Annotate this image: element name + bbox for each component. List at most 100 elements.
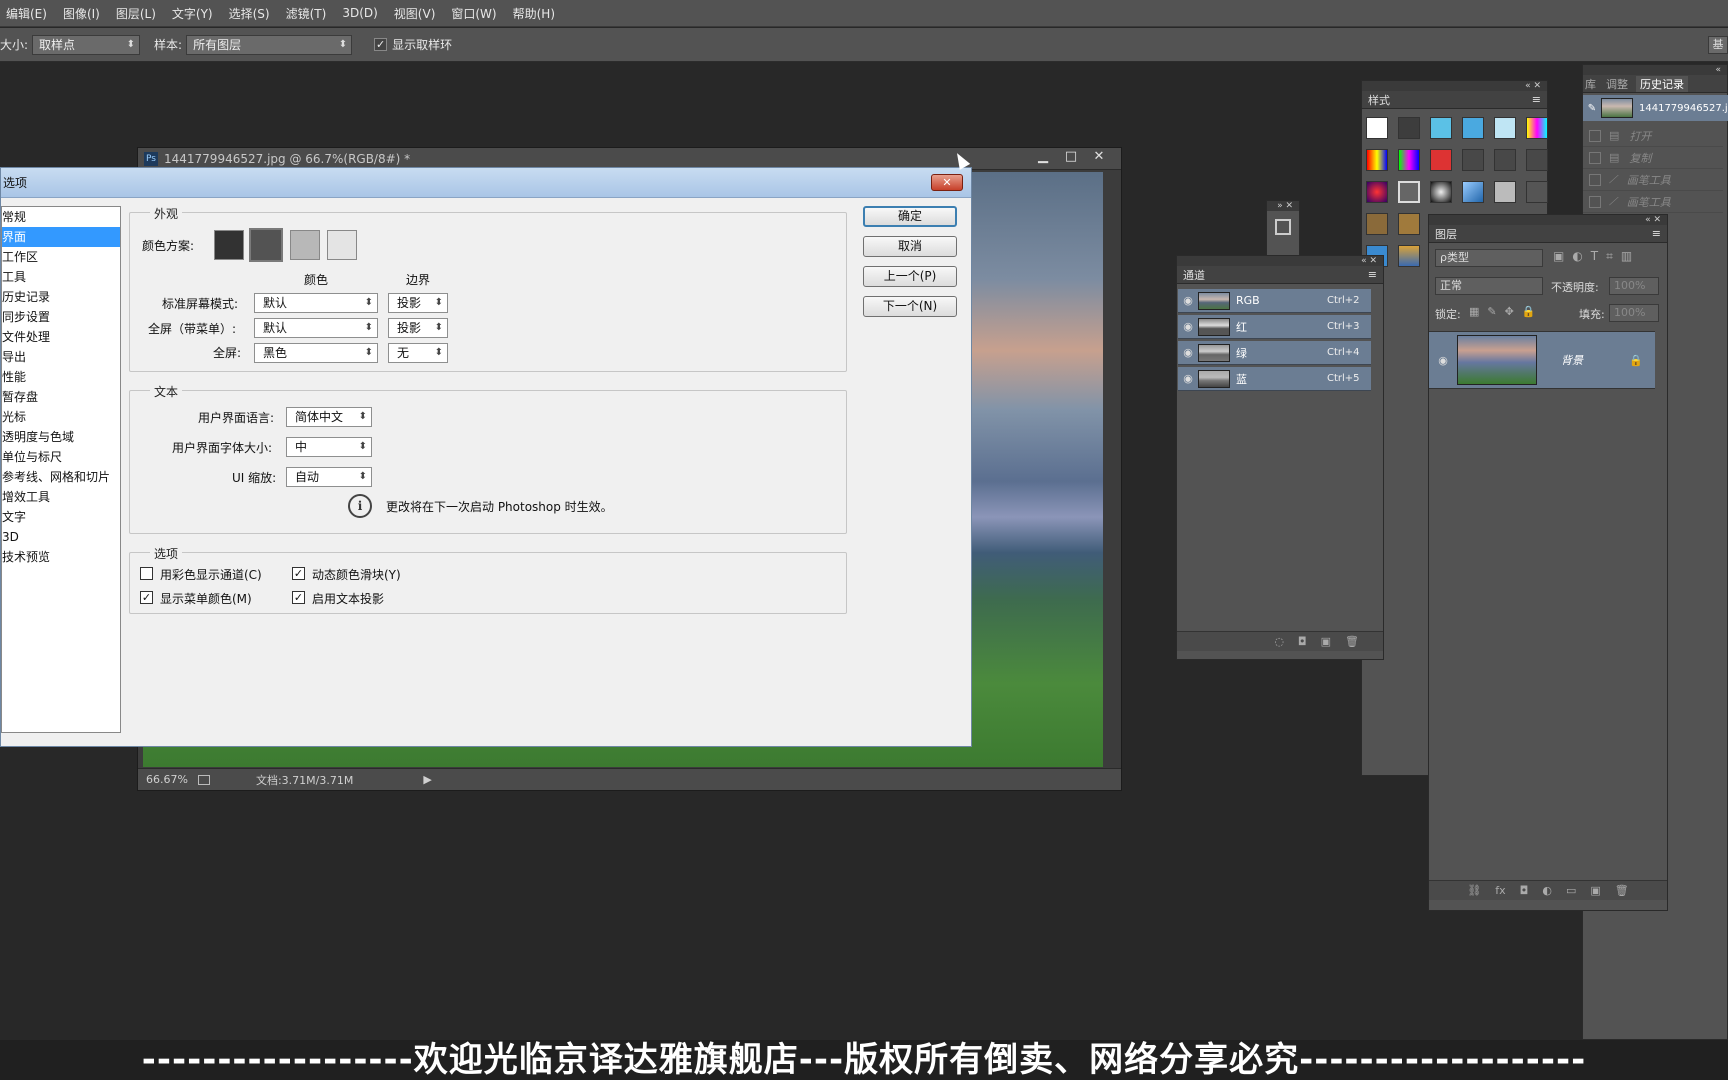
color-scheme-lightest[interactable] <box>327 230 357 260</box>
style-swatch[interactable] <box>1462 181 1484 203</box>
menu-type[interactable]: 文字(Y) <box>172 5 213 22</box>
layers-tab[interactable]: 图层 <box>1435 226 1457 242</box>
menu-select[interactable]: 选择(S) <box>229 5 270 22</box>
color-scheme-dark[interactable] <box>249 228 283 262</box>
category-sync[interactable]: 同步设置 <box>2 307 120 327</box>
history-checkbox[interactable] <box>1589 173 1601 186</box>
category-guides-grid[interactable]: 参考线、网格和切片 <box>2 467 120 487</box>
channels-menu-icon[interactable]: ≡ <box>1368 268 1377 281</box>
category-general[interactable]: 常规 <box>2 207 120 227</box>
history-checkbox[interactable] <box>1589 151 1601 164</box>
style-swatch[interactable] <box>1398 149 1420 171</box>
menu-layer[interactable]: 图层(L) <box>116 5 156 22</box>
style-swatch[interactable] <box>1526 181 1548 203</box>
link-layers-icon[interactable]: ⛓ <box>1467 884 1481 897</box>
category-units-rulers[interactable]: 单位与标尺 <box>2 447 120 467</box>
channel-row[interactable]: ◉ 蓝 Ctrl+5 <box>1178 367 1371 391</box>
show-ring-checkbox[interactable]: ✓ <box>374 38 388 51</box>
fx-icon[interactable]: fx <box>1495 884 1505 897</box>
standard-screen-border-select[interactable]: 投影 <box>388 293 448 313</box>
style-swatch[interactable] <box>1494 181 1516 203</box>
minimize-icon[interactable]: ▁ <box>1029 149 1057 164</box>
style-none[interactable] <box>1366 117 1388 139</box>
menu-3d[interactable]: 3D(D) <box>342 6 377 20</box>
ui-scaling-select[interactable]: 自动 <box>286 467 372 487</box>
close-icon[interactable]: ✕ <box>1085 149 1113 164</box>
menu-image[interactable]: 图像(I) <box>63 5 100 22</box>
style-swatch[interactable] <box>1366 213 1388 235</box>
history-step[interactable]: ⟋ 画笔工具 <box>1583 191 1723 213</box>
style-swatch[interactable] <box>1366 181 1388 203</box>
history-collapse-bar[interactable]: « <box>1583 65 1727 75</box>
eye-icon[interactable]: ◉ <box>1178 320 1198 333</box>
status-menu-arrow-icon[interactable]: ▶ <box>423 773 431 786</box>
dialog-titlebar[interactable]: 选项 ✕ <box>1 168 971 198</box>
menu-view[interactable]: 视图(V) <box>394 5 436 22</box>
layers-menu-icon[interactable]: ≡ <box>1652 227 1661 240</box>
style-swatch[interactable] <box>1462 117 1484 139</box>
blend-mode-select[interactable]: 正常 <box>1435 277 1543 295</box>
style-swatch[interactable] <box>1526 117 1548 139</box>
history-brush-source-icon[interactable]: ✎ <box>1583 103 1601 114</box>
history-snapshot[interactable]: ✎ 1441779946527.j <box>1583 95 1728 121</box>
tool-panel-collapse-bar[interactable]: » ✕ <box>1267 201 1299 211</box>
eye-icon[interactable]: ◉ <box>1178 346 1198 359</box>
style-swatch[interactable] <box>1494 149 1516 171</box>
fullscreen-border-select[interactable]: 无 <box>388 343 448 363</box>
workspace-button[interactable]: 基 <box>1708 36 1728 54</box>
layer-row-background[interactable]: ◉ 背景 🔒 <box>1429 331 1655 389</box>
text-drop-shadow-checkbox[interactable]: ✓ <box>292 591 305 604</box>
dynamic-sliders-checkbox[interactable]: ✓ <box>292 567 305 580</box>
eye-icon[interactable]: ◉ <box>1178 294 1198 307</box>
dialog-close-button[interactable]: ✕ <box>931 174 963 191</box>
channels-tab[interactable]: 通道 <box>1183 267 1205 283</box>
color-scheme-light[interactable] <box>290 230 320 260</box>
add-mask-icon[interactable]: ◘ <box>1520 884 1529 897</box>
style-swatch[interactable] <box>1398 245 1420 267</box>
history-tab[interactable]: 历史记录 <box>1636 75 1688 92</box>
menu-filter[interactable]: 滤镜(T) <box>286 5 327 22</box>
category-3d[interactable]: 3D <box>2 527 120 547</box>
styles-collapse-bar[interactable]: « ✕ <box>1362 81 1547 91</box>
delete-layer-icon[interactable]: 🗑 <box>1615 884 1629 897</box>
style-swatch[interactable] <box>1430 181 1452 203</box>
properties-icon[interactable] <box>1275 219 1291 235</box>
new-layer-icon[interactable]: ▣ <box>1590 884 1600 897</box>
style-swatch[interactable] <box>1462 149 1484 171</box>
fullscreen-menu-border-select[interactable]: 投影 <box>388 318 448 338</box>
styles-tab[interactable]: 样式 <box>1368 92 1390 108</box>
category-plugins[interactable]: 增效工具 <box>2 487 120 507</box>
lock-icons[interactable]: ▦✎✥🔒 <box>1469 305 1544 318</box>
channels-collapse-bar[interactable]: « ✕ <box>1177 256 1383 266</box>
sample-select[interactable]: 所有图层 <box>186 34 353 55</box>
style-swatch[interactable] <box>1398 181 1420 203</box>
channel-row[interactable]: ◉ 红 Ctrl+3 <box>1178 315 1371 339</box>
color-scheme-darkest[interactable] <box>214 230 244 260</box>
new-group-icon[interactable]: ▭ <box>1566 884 1576 897</box>
channel-row[interactable]: ◉ 绿 Ctrl+4 <box>1178 341 1371 365</box>
layer-filter-icons[interactable]: ▣◐T⌗▥ <box>1553 249 1640 264</box>
ui-language-select[interactable]: 简体中文 <box>286 407 372 427</box>
menu-help[interactable]: 帮助(H) <box>513 5 555 22</box>
ok-button[interactable]: 确定 <box>863 206 957 227</box>
channel-row[interactable]: ◉ RGB Ctrl+2 <box>1178 289 1371 313</box>
category-tech-preview[interactable]: 技术预览 <box>2 547 120 567</box>
category-export[interactable]: 导出 <box>2 347 120 367</box>
style-swatch[interactable] <box>1526 149 1548 171</box>
eye-icon[interactable]: ◉ <box>1178 372 1198 385</box>
category-cursors[interactable]: 光标 <box>2 407 120 427</box>
size-select[interactable]: 取样点 <box>32 34 141 55</box>
library-tab[interactable]: 库 <box>1585 76 1596 92</box>
next-button[interactable]: 下一个(N) <box>863 296 957 317</box>
history-step[interactable]: ⟋ 画笔工具 <box>1583 169 1723 191</box>
style-swatch[interactable] <box>1366 149 1388 171</box>
menu-window[interactable]: 窗口(W) <box>451 5 496 22</box>
category-type[interactable]: 文字 <box>2 507 120 527</box>
standard-screen-color-select[interactable]: 默认 <box>254 293 378 313</box>
category-history[interactable]: 历史记录 <box>2 287 120 307</box>
category-scratch-disks[interactable]: 暂存盘 <box>2 387 120 407</box>
category-tools[interactable]: 工具 <box>2 267 120 287</box>
menu-colors-checkbox[interactable]: ✓ <box>140 591 153 604</box>
fullscreen-color-select[interactable]: 黑色 <box>254 343 378 363</box>
style-swatch[interactable] <box>1494 117 1516 139</box>
